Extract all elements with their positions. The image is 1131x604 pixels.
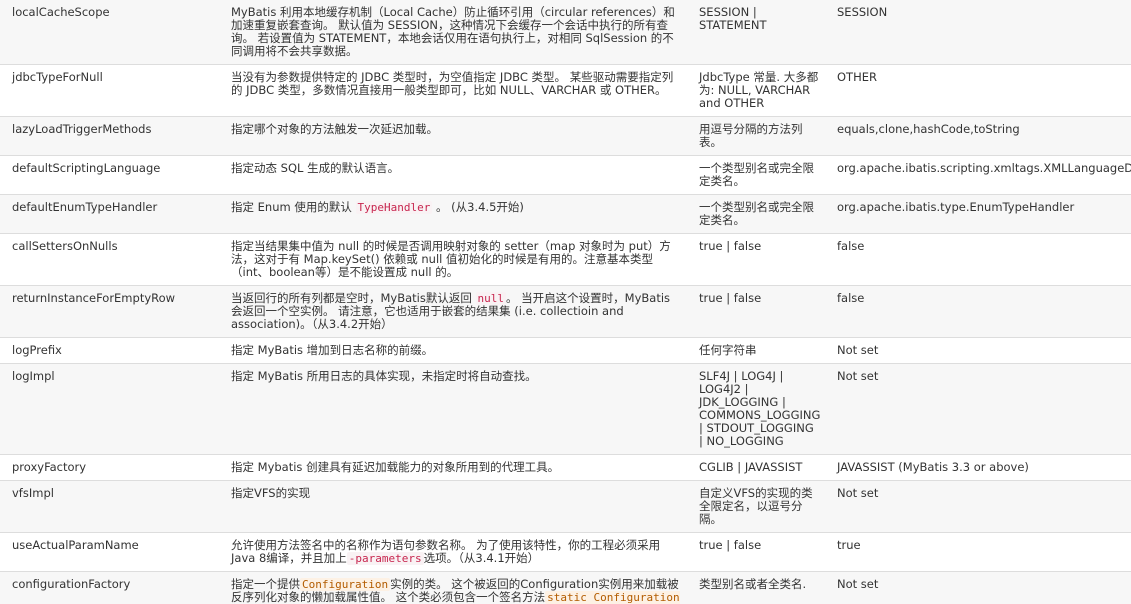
setting-valid-values-cell: true | false: [687, 233, 825, 286]
setting-valid-values-cell: 一个类型别名或完全限定类名。: [687, 155, 825, 195]
setting-name-cell: lazyLoadTriggerMethods: [0, 116, 219, 156]
table-row: jdbcTypeForNull 当没有为参数提供特定的 JDBC 类型时，为空值指…: [0, 64, 1131, 117]
description-text: 指定当结果集中值为 null 的时候是否调用映射对象的 setter（map 对…: [231, 239, 671, 279]
setting-valid-values-cell: SLF4J | LOG4J | LOG4J2 | JDK_LOGGING | C…: [687, 363, 825, 455]
setting-default-cell: true: [825, 532, 1131, 572]
setting-valid-values-cell: 一个类型别名或完全限定类名。: [687, 194, 825, 234]
setting-description-cell: 指定一个提供 Configuration 实例的类。 这个被返回的Configura…: [219, 571, 687, 604]
setting-description-cell: 允许使用方法签名中的名称作为语句参数名称。 为了使用该特性，你的工程必须采用Ja…: [219, 532, 687, 572]
setting-valid-values-cell: CGLIB | JAVASSIST: [687, 454, 825, 481]
setting-description-cell: 指定 Mybatis 创建具有延迟加载能力的对象所用到的代理工具。: [219, 454, 687, 481]
setting-default-cell: org.apache.ibatis.scripting.xmltags.XMLL…: [825, 155, 1131, 195]
table-row: callSettersOnNulls 指定当结果集中值为 null 的时候是否调用…: [0, 233, 1131, 286]
setting-description-cell: 指定VFS的实现: [219, 480, 687, 533]
description-text: MyBatis 利用本地缓存机制（Local Cache）防止循环引用（circ…: [231, 5, 675, 58]
setting-name-cell: useActualParamName: [0, 532, 219, 572]
table-row: defaultEnumTypeHandler 指定 Enum 使用的默认 Type…: [0, 194, 1131, 234]
table-row: vfsImpl 指定VFS的实现 自定义VFS的实现的类全限定名，以逗号分隔。 Not…: [0, 480, 1131, 533]
setting-default-cell: Not set: [825, 571, 1131, 604]
inline-code: -parameters: [346, 552, 424, 565]
description-text: 当没有为参数提供特定的 JDBC 类型时，为空值指定 JDBC 类型。 某些驱动…: [231, 70, 674, 97]
setting-name-cell: vfsImpl: [0, 480, 219, 533]
setting-default-cell: OTHER: [825, 64, 1131, 117]
setting-valid-values-cell: 任何字符串: [687, 337, 825, 364]
setting-name-cell: configurationFactory: [0, 571, 219, 604]
table-row: logImpl 指定 MyBatis 所用日志的具体实现，未指定时将自动查找。 SL…: [0, 363, 1131, 455]
setting-name-cell: proxyFactory: [0, 454, 219, 481]
table-row: configurationFactory 指定一个提供 Configuration 实…: [0, 571, 1131, 604]
table-row: lazyLoadTriggerMethods 指定哪个对象的方法触发一次延迟加载。…: [0, 116, 1131, 156]
description-text: 。 (从3.4.5开始): [432, 200, 524, 214]
table-row: useActualParamName 允许使用方法签名中的名称作为语句参数名称。 …: [0, 532, 1131, 572]
description-text: 指定 Mybatis 创建具有延迟加载能力的对象所用到的代理工具。: [231, 460, 560, 474]
table-row: proxyFactory 指定 Mybatis 创建具有延迟加载能力的对象所用到的…: [0, 454, 1131, 481]
setting-description-cell: 指定哪个对象的方法触发一次延迟加载。: [219, 116, 687, 156]
setting-valid-values-cell: true | false: [687, 532, 825, 572]
setting-default-cell: Not set: [825, 480, 1131, 533]
setting-name-cell: logImpl: [0, 363, 219, 455]
setting-name-cell: defaultScriptingLanguage: [0, 155, 219, 195]
setting-description-cell: 当返回行的所有列都是空时，MyBatis默认返回 null。 当开启这个设置时，…: [219, 285, 687, 338]
setting-name-cell: defaultEnumTypeHandler: [0, 194, 219, 234]
setting-valid-values-cell: JdbcType 常量. 大多都为: NULL, VARCHAR and OTH…: [687, 64, 825, 117]
setting-description-cell: 指定当结果集中值为 null 的时候是否调用映射对象的 setter（map 对…: [219, 233, 687, 286]
setting-name-cell: logPrefix: [0, 337, 219, 364]
table-row: defaultScriptingLanguage 指定动态 SQL 生成的默认语言…: [0, 155, 1131, 195]
description-text: 选项。（从3.4.1开始）: [423, 551, 540, 565]
setting-valid-values-cell: 类型别名或者全类名.: [687, 571, 825, 604]
description-text: 指定 Enum 使用的默认: [231, 200, 356, 214]
setting-default-cell: SESSION: [825, 0, 1131, 65]
description-text: 当返回行的所有列都是空时，MyBatis默认返回: [231, 291, 476, 305]
setting-valid-values-cell: 自定义VFS的实现的类全限定名，以逗号分隔。: [687, 480, 825, 533]
settings-table: localCacheScope MyBatis 利用本地缓存机制（Local Ca…: [0, 0, 1131, 604]
setting-name-cell: returnInstanceForEmptyRow: [0, 285, 219, 338]
setting-valid-values-cell: SESSION | STATEMENT: [687, 0, 825, 65]
description-text: 指定 MyBatis 所用日志的具体实现，未指定时将自动查找。: [231, 369, 537, 383]
setting-default-cell: Not set: [825, 337, 1131, 364]
setting-description-cell: 指定 MyBatis 所用日志的具体实现，未指定时将自动查找。: [219, 363, 687, 455]
description-text: 指定动态 SQL 生成的默认语言。: [231, 161, 400, 175]
setting-default-cell: Not set: [825, 363, 1131, 455]
description-text: 指定 MyBatis 增加到日志名称的前缀。: [231, 343, 434, 357]
table-row: returnInstanceForEmptyRow 当返回行的所有列都是空时，My…: [0, 285, 1131, 338]
setting-name-cell: jdbcTypeForNull: [0, 64, 219, 117]
setting-description-cell: 指定 Enum 使用的默认 TypeHandler 。 (从3.4.5开始): [219, 194, 687, 234]
setting-default-cell: false: [825, 285, 1131, 338]
setting-name-cell: localCacheScope: [0, 0, 219, 65]
setting-description-cell: 指定动态 SQL 生成的默认语言。: [219, 155, 687, 195]
setting-default-cell: equals,clone,hashCode,toString: [825, 116, 1131, 156]
table-row: localCacheScope MyBatis 利用本地缓存机制（Local Ca…: [0, 0, 1131, 65]
table-row: logPrefix 指定 MyBatis 增加到日志名称的前缀。 任何字符串 Not …: [0, 337, 1131, 364]
setting-name-cell: callSettersOnNulls: [0, 233, 219, 286]
setting-default-cell: org.apache.ibatis.type.EnumTypeHandler: [825, 194, 1131, 234]
inline-code: TypeHandler: [355, 201, 433, 214]
setting-valid-values-cell: 用逗号分隔的方法列表。: [687, 116, 825, 156]
description-text: 指定哪个对象的方法触发一次延迟加载。: [231, 122, 438, 136]
setting-valid-values-cell: true | false: [687, 285, 825, 338]
setting-default-cell: false: [825, 233, 1131, 286]
setting-description-cell: 当没有为参数提供特定的 JDBC 类型时，为空值指定 JDBC 类型。 某些驱动…: [219, 64, 687, 117]
settings-table-body: localCacheScope MyBatis 利用本地缓存机制（Local Ca…: [0, 0, 1131, 604]
setting-description-cell: MyBatis 利用本地缓存机制（Local Cache）防止循环引用（circ…: [219, 0, 687, 65]
description-text: 指定一个提供: [231, 577, 300, 591]
description-text: 指定VFS的实现: [231, 486, 311, 500]
setting-description-cell: 指定 MyBatis 增加到日志名称的前缀。: [219, 337, 687, 364]
setting-default-cell: JAVASSIST (MyBatis 3.3 or above): [825, 454, 1131, 481]
